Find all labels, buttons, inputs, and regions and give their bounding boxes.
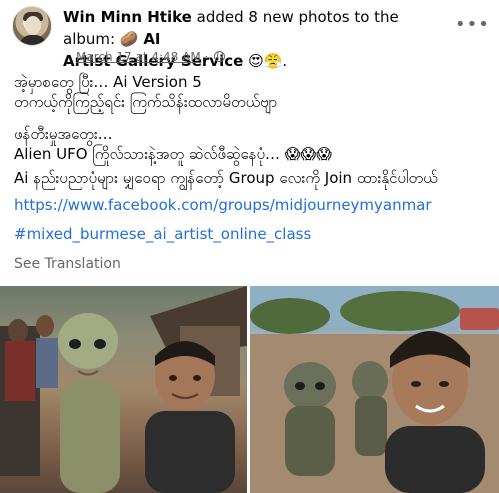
- globe-icon: [214, 51, 226, 62]
- more-options-button[interactable]: •••: [455, 16, 489, 34]
- avatar[interactable]: [12, 6, 52, 46]
- post-line-2: တကယ့်ကိုကြည့်ရင်း ကြက်သိန်းထလာမိတယ်ဗျာ: [14, 93, 278, 111]
- hashtag-link[interactable]: #mixed_burmese_ai_artist_online_class: [14, 224, 311, 244]
- alien-selfie-village-photo: [0, 286, 247, 493]
- avatar-shirt: [19, 35, 47, 45]
- alien-selfie-road-photo: [250, 286, 499, 493]
- see-translation-link[interactable]: See Translation: [14, 256, 121, 272]
- album-trailing-emoji: 😍😤.: [248, 52, 288, 70]
- post-timestamp[interactable]: March 17 at 4:48 AM: [76, 50, 201, 64]
- author-name[interactable]: Win Minn Htike: [63, 8, 192, 26]
- album-emoji: 🥔: [119, 30, 139, 48]
- avatar-face: [25, 16, 41, 35]
- post-line-3: ဖန်တီးမှုအတွေး…: [14, 125, 113, 143]
- post-line-1: အဲ့မှာစတွေ ပြီး… Ai Version 5: [14, 73, 202, 91]
- group-link[interactable]: https://www.facebook.com/groups/midjourn…: [14, 195, 432, 215]
- post-meta: March 17 at 4:48 AM ·: [76, 49, 226, 65]
- post-line-5: Ai နည်းပညာပုံများ မျှဝေရာ ကျွန်တော့် Gro…: [14, 169, 438, 187]
- photo-1[interactable]: [0, 286, 247, 493]
- post-line-4: Alien UFO ကြိုလ်သားနဲ့အတူ ဆဲလ်ဖီဆွဲနေပုံ…: [14, 145, 332, 163]
- album-name-line1[interactable]: AI: [143, 30, 160, 48]
- meta-separator: ·: [204, 50, 209, 64]
- photo-2[interactable]: [250, 286, 499, 493]
